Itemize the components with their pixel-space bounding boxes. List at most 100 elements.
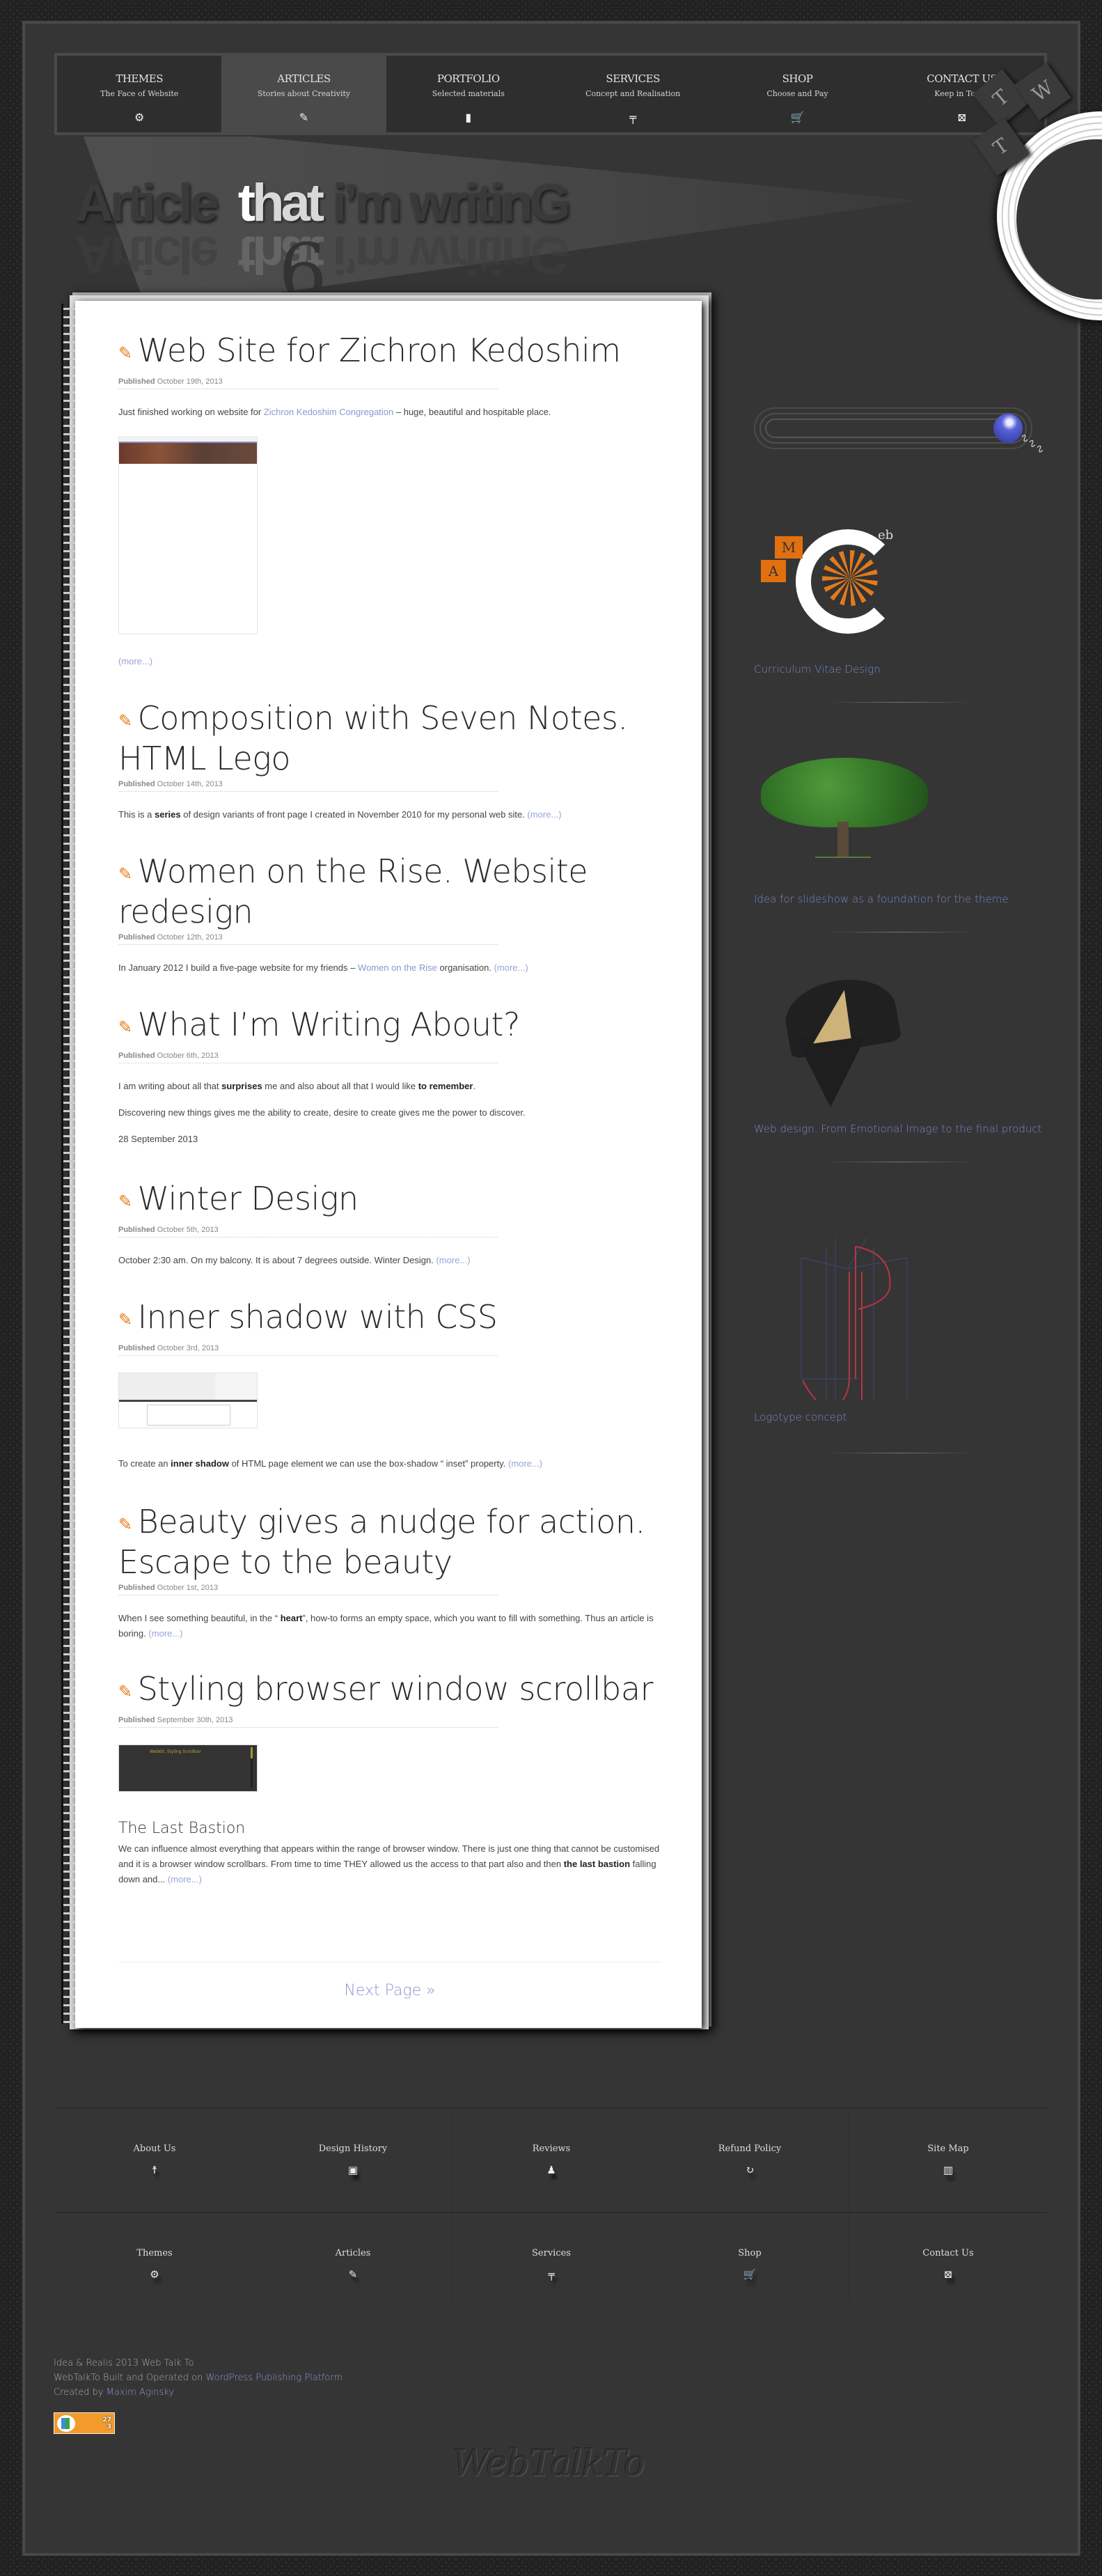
pencil-icon: ✎	[348, 2268, 358, 2281]
quote-mark-icon: 6	[278, 227, 327, 297]
post-thumbnail[interactable]	[118, 437, 258, 634]
platform-line: WebTalkTo Built and Operated on WordPres…	[54, 2373, 343, 2383]
footer-link-sitemap[interactable]: Site Map ▥	[849, 2109, 1047, 2212]
search-input[interactable]	[765, 419, 1021, 438]
wordpress-link[interactable]: WordPress Publishing Platform	[205, 2373, 343, 2383]
briefcase-icon: ▣	[347, 2164, 359, 2176]
copyright-line: Idea & Realis 2013 Web Talk To	[54, 2358, 194, 2368]
pencil-icon: ✎	[118, 343, 132, 363]
post-paragraph: I am writing about all that surprises me…	[118, 1081, 476, 1091]
widget-caption[interactable]: Web design. From Emotional Image to the …	[754, 1121, 1046, 1137]
footer-link-themes[interactable]: Themes ⚙	[56, 2213, 254, 2302]
author-link[interactable]: Maxim Aginsky	[107, 2387, 174, 2398]
post-meta: Published October 1st, 2013	[118, 1584, 498, 1595]
tree-image[interactable]	[754, 752, 935, 871]
logo-suffix: eb	[878, 528, 894, 542]
cart-icon: 🛒	[743, 2268, 757, 2281]
nav-themes[interactable]: THEMES The Face of Website ⚙	[57, 56, 222, 132]
cart-icon: 🛒	[790, 111, 805, 124]
post-meta: Published October 12th, 2013	[118, 933, 498, 945]
post-thumbnail[interactable]: WebKit, Styling Scrollbar	[118, 1744, 258, 1792]
footer-links: About Us ☨ Design History ▣ Reviews ♟ Refun…	[56, 2107, 1047, 2302]
counter-logo-icon	[57, 2414, 75, 2432]
more-link[interactable]: (more...)	[436, 1255, 470, 1265]
envelope-icon: ⊠	[943, 2268, 953, 2281]
pencil-icon: ✎	[299, 111, 309, 124]
portfolio-widget-logotype: Logotype concept	[754, 1233, 1046, 1453]
pencil-icon: ✎	[118, 711, 132, 731]
post: ✎ What I’m Writing About? Published Octob…	[118, 1007, 661, 1147]
footer-link-reviews[interactable]: Reviews ♟	[452, 2109, 651, 2212]
footer-link-shop[interactable]: Shop 🛒	[651, 2213, 849, 2302]
widget-caption[interactable]: Idea for slideshow as a foundation for t…	[754, 891, 1046, 907]
more-link[interactable]: (more...)	[494, 962, 528, 973]
footer-link-services[interactable]: Services ╤	[452, 2213, 651, 2302]
site-signature-logo: WebTalkTo	[452, 2443, 645, 2485]
cv-logo-image[interactable]: M A eb	[754, 515, 921, 655]
nav-subtitle: Selected materials	[432, 89, 505, 98]
more-link[interactable]: (more...)	[118, 656, 152, 666]
post-title[interactable]: ✎ Composition with Seven Notes. HTML Lego	[118, 701, 661, 776]
nav-shop[interactable]: SHOP Choose and Pay 🛒	[715, 56, 880, 132]
post-excerpt: To create an inner shadow of HTML page e…	[118, 1458, 543, 1469]
post-title[interactable]: ✎ Inner shadow with CSS	[118, 1299, 661, 1340]
post-title[interactable]: ✎ Beauty gives a nudge for action. Escape…	[118, 1504, 661, 1579]
post-meta: Published September 30th, 2013	[118, 1716, 498, 1728]
emotional-image[interactable]	[754, 971, 902, 1107]
visitor-counter-badge[interactable]: 27 3	[54, 2412, 115, 2434]
widget-caption[interactable]: Curriculum Vitae Design	[754, 662, 1046, 677]
widget-caption[interactable]: Logotype concept	[754, 1410, 1046, 1425]
more-link[interactable]: (more...)	[528, 809, 562, 820]
post-title[interactable]: ✎ Winter Design	[118, 1181, 661, 1221]
post-excerpt: Just finished working on website for Zic…	[118, 407, 551, 417]
post-title[interactable]: ✎ Women on the Rise. Website redesign	[118, 854, 661, 929]
nav-services[interactable]: SERVICES Concept and Realisation ╤	[550, 56, 716, 132]
hero-banner: Article that i’m writinG 6 Article that …	[56, 136, 912, 297]
logotype-sketch[interactable]	[754, 1233, 921, 1409]
post-thumbnail[interactable]	[118, 1373, 258, 1428]
counter-values: 27 3	[102, 2416, 111, 2430]
gears-icon: ⚙	[134, 111, 145, 124]
pencil-icon: ✎	[118, 1310, 132, 1329]
post-excerpt: October 2:30 am. On my balcony. It is ab…	[118, 1255, 471, 1265]
footer-link-articles[interactable]: Articles ✎	[254, 2213, 452, 2302]
footer-row: Themes ⚙ Articles ✎ Services ╤ Shop 🛒 Contac…	[56, 2213, 1047, 2302]
post-excerpt: When I see something beautiful, in the “…	[118, 1613, 654, 1639]
footer-link-design-history[interactable]: Design History ▣	[254, 2109, 452, 2212]
post-title[interactable]: ✎ Web Site for Zichron Kedoshim	[118, 333, 661, 373]
next-page-link[interactable]: Next Page »	[344, 1982, 435, 1999]
search-widget: ∿∿∿	[754, 407, 1048, 457]
paint-roller-icon: ╤	[629, 111, 636, 124]
post-excerpt: In January 2012 I build a five-page webs…	[118, 962, 528, 973]
post-excerpt: This is a series of design variants of f…	[118, 809, 562, 820]
footer-link-contact[interactable]: Contact Us ⊠	[849, 2213, 1047, 2302]
search-frame	[759, 413, 1027, 444]
logo-letter: A	[761, 560, 786, 582]
post-link[interactable]: Zichron Kedoshim Congregation	[264, 407, 393, 417]
more-link[interactable]: (more...)	[168, 1874, 202, 1884]
post-meta: Published October 5th, 2013	[118, 1226, 498, 1238]
divider	[827, 702, 973, 703]
more-link[interactable]: (more...)	[148, 1628, 182, 1639]
post-title[interactable]: ✎ What I’m Writing About?	[118, 1007, 661, 1047]
paint-roller-icon: ╤	[548, 2268, 555, 2281]
pagination: Next Page »	[118, 1962, 661, 1999]
pencil-icon: ✎	[118, 1192, 132, 1211]
post: ✎ Beauty gives a nudge for action. Escape…	[118, 1504, 661, 1641]
post: ✎ Winter Design Published October 5th, 20…	[118, 1181, 661, 1268]
nav-portfolio[interactable]: PORTFOLIO Selected materials ▮	[386, 56, 551, 132]
post-title[interactable]: ✎ Styling browser window scrollbar	[118, 1671, 661, 1712]
post: ✎ Web Site for Zichron Kedoshim Published…	[118, 333, 661, 669]
post: ✎ Women on the Rise. Website redesign Pub…	[118, 854, 661, 976]
post-link[interactable]: Women on the Rise	[358, 962, 437, 973]
nav-articles[interactable]: ARTICLES Stories about Creativity ✎	[221, 56, 386, 132]
post: ✎ Composition with Seven Notes. HTML Lego…	[118, 701, 661, 822]
nav-title: SERVICES	[606, 72, 660, 85]
more-link[interactable]: (more...)	[508, 1458, 542, 1469]
nav-subtitle: The Face of Website	[100, 89, 179, 98]
pencil-icon: ✎	[118, 1515, 132, 1534]
footer-link-refund[interactable]: Refund Policy ↻	[651, 2109, 849, 2212]
footer-link-about[interactable]: About Us ☨	[56, 2109, 254, 2212]
post-excerpt: We can influence almost everything that …	[118, 1843, 660, 1884]
microphone-icon: ♟	[546, 2164, 556, 2176]
